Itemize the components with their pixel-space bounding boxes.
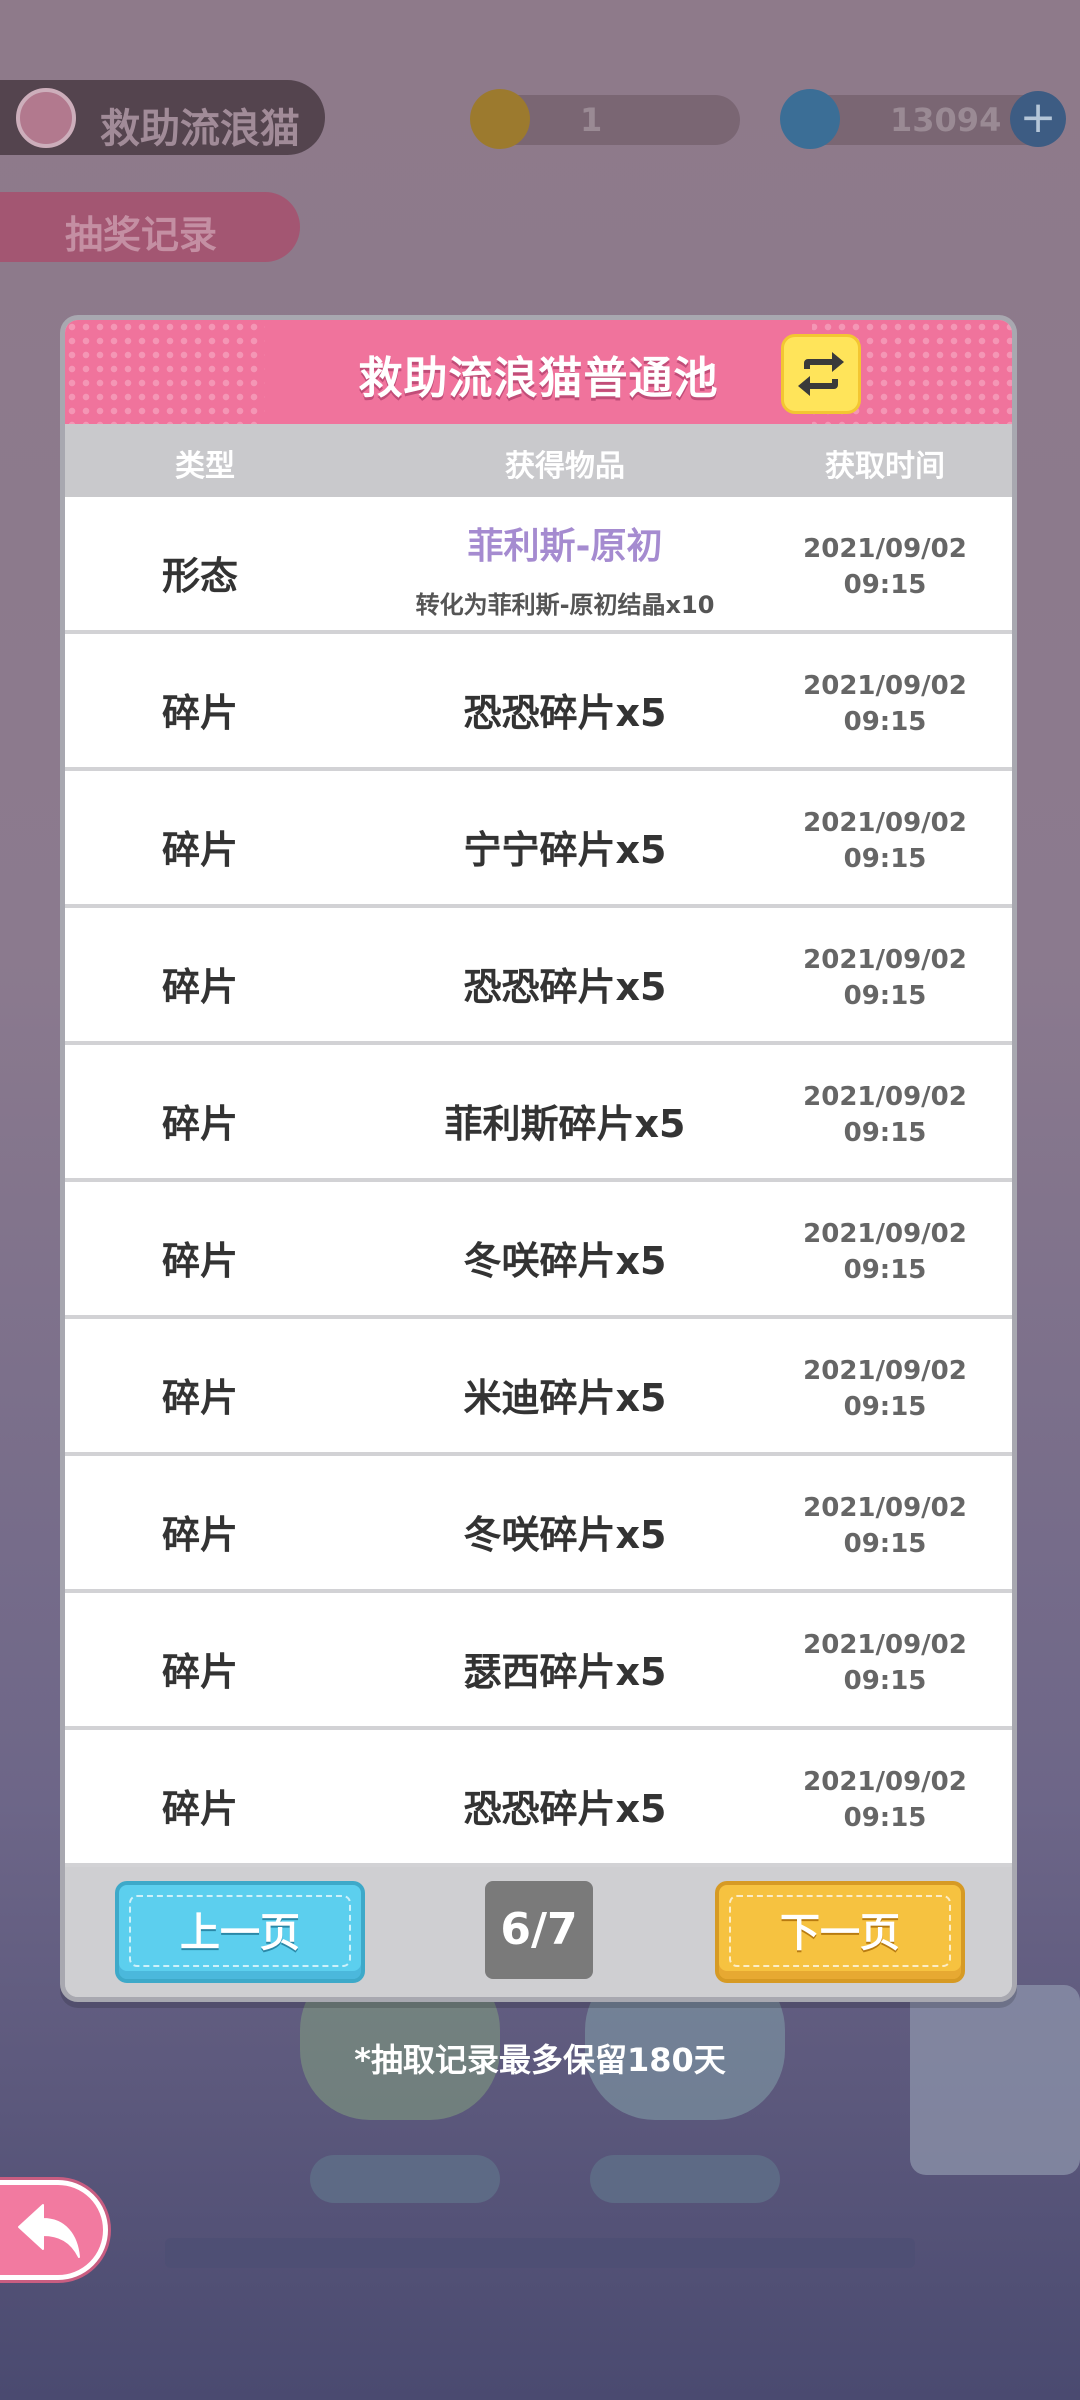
back-arrow-icon	[18, 2204, 80, 2258]
row-type: 碎片	[161, 1650, 238, 1694]
row-type: 碎片	[161, 691, 238, 735]
draw-record-dialog: 救助流浪猫普通池 类型 获得物品 获取时间 形态 菲利斯-原初 转化为菲利斯-原…	[60, 315, 1017, 2002]
coin-counter: 1	[470, 89, 740, 149]
table-row: 碎片 冬咲碎片x5 2021/09/02 09:15	[65, 1182, 1012, 1319]
row-time: 2021/09/02 09:15	[803, 671, 967, 737]
swap-arrows-icon[interactable]	[781, 334, 861, 414]
table-row: 碎片 菲利斯碎片x5 2021/09/02 09:15	[65, 1045, 1012, 1182]
coin-icon	[470, 89, 530, 149]
column-time: 获取时间	[825, 449, 945, 484]
table-row: 形态 菲利斯-原初 转化为菲利斯-原初结晶x10 2021/09/02 09:15	[65, 497, 1012, 634]
gem-counter: 13094 +	[780, 89, 1066, 149]
row-item: 瑟西碎片x5	[463, 1650, 667, 1694]
gem-icon	[780, 89, 840, 149]
avatar	[16, 88, 76, 148]
back-button[interactable]	[0, 2180, 108, 2280]
row-type: 形态	[161, 554, 238, 598]
prev-page-button[interactable]: 上一页	[115, 1881, 365, 1983]
row-type: 碎片	[161, 1376, 238, 1420]
table-row: 碎片 恐恐碎片x5 2021/09/02 09:15	[65, 634, 1012, 771]
gem-value: 13094	[890, 101, 1002, 139]
table-row: 碎片 宁宁碎片x5 2021/09/02 09:15	[65, 771, 1012, 908]
row-item: 恐恐碎片x5	[463, 965, 667, 1009]
coin-value: 1	[580, 101, 603, 139]
table-row: 碎片 米迪碎片x5 2021/09/02 09:15	[65, 1319, 1012, 1456]
table-row: 碎片 恐恐碎片x5 2021/09/02 09:15	[65, 908, 1012, 1045]
row-time: 2021/09/02 09:15	[803, 534, 967, 600]
row-time: 2021/09/02 09:15	[803, 1493, 967, 1559]
pagination-bar: 上一页 6/7 下一页	[65, 1867, 1012, 1997]
table-row: 碎片 恐恐碎片x5 2021/09/02 09:15	[65, 1730, 1012, 1867]
profile-name: 救助流浪猫	[100, 106, 300, 152]
dialog-header: 救助流浪猫普通池	[65, 320, 1012, 424]
row-time: 2021/09/02 09:15	[803, 1082, 967, 1148]
row-item: 米迪碎片x5	[463, 1376, 667, 1420]
row-time: 2021/09/02 09:15	[803, 1767, 967, 1833]
dialog-title: 救助流浪猫普通池	[358, 353, 719, 404]
row-time: 2021/09/02 09:15	[803, 1219, 967, 1285]
row-type: 碎片	[161, 965, 238, 1009]
row-type: 碎片	[161, 1239, 238, 1283]
row-item: 恐恐碎片x5	[463, 691, 667, 735]
row-type: 碎片	[161, 1787, 238, 1831]
column-type: 类型	[175, 449, 235, 484]
row-time: 2021/09/02 09:15	[803, 1630, 967, 1696]
record-tab-label: 抽奖记录	[65, 213, 218, 257]
table-row: 碎片 瑟西碎片x5 2021/09/02 09:15	[65, 1593, 1012, 1730]
row-item: 菲利斯-原初	[467, 526, 663, 567]
row-item: 冬咲碎片x5	[463, 1239, 667, 1283]
row-type: 碎片	[161, 828, 238, 872]
row-type: 碎片	[161, 1513, 238, 1557]
row-item: 恐恐碎片x5	[463, 1787, 667, 1831]
page-indicator: 6/7	[485, 1881, 593, 1979]
column-item: 获得物品	[505, 449, 625, 484]
row-type: 碎片	[161, 1102, 238, 1146]
row-item: 宁宁碎片x5	[463, 828, 667, 872]
row-time: 2021/09/02 09:15	[803, 808, 967, 874]
bg-cost-left	[310, 2155, 500, 2203]
bg-cost-right	[590, 2155, 780, 2203]
retention-note: *抽取记录最多保留180天	[354, 2041, 726, 2079]
next-page-button[interactable]: 下一页	[715, 1881, 965, 1983]
row-time: 2021/09/02 09:15	[803, 945, 967, 1011]
record-list[interactable]: 形态 菲利斯-原初 转化为菲利斯-原初结晶x10 2021/09/02 09:15…	[65, 497, 1012, 1867]
row-item-note: 转化为菲利斯-原初结晶x10	[415, 591, 715, 619]
table-header: 类型 获得物品 获取时间	[65, 424, 1012, 497]
row-time: 2021/09/02 09:15	[803, 1356, 967, 1422]
table-row: 碎片 冬咲碎片x5 2021/09/02 09:15	[65, 1456, 1012, 1593]
row-item: 菲利斯碎片x5	[444, 1102, 686, 1146]
row-item: 冬咲碎片x5	[463, 1513, 667, 1557]
profile-pill: 救助流浪猫	[0, 80, 325, 155]
add-gem-icon: +	[1010, 91, 1066, 147]
bg-tip-bar	[165, 2238, 915, 2268]
record-tab: 抽奖记录	[0, 192, 300, 262]
